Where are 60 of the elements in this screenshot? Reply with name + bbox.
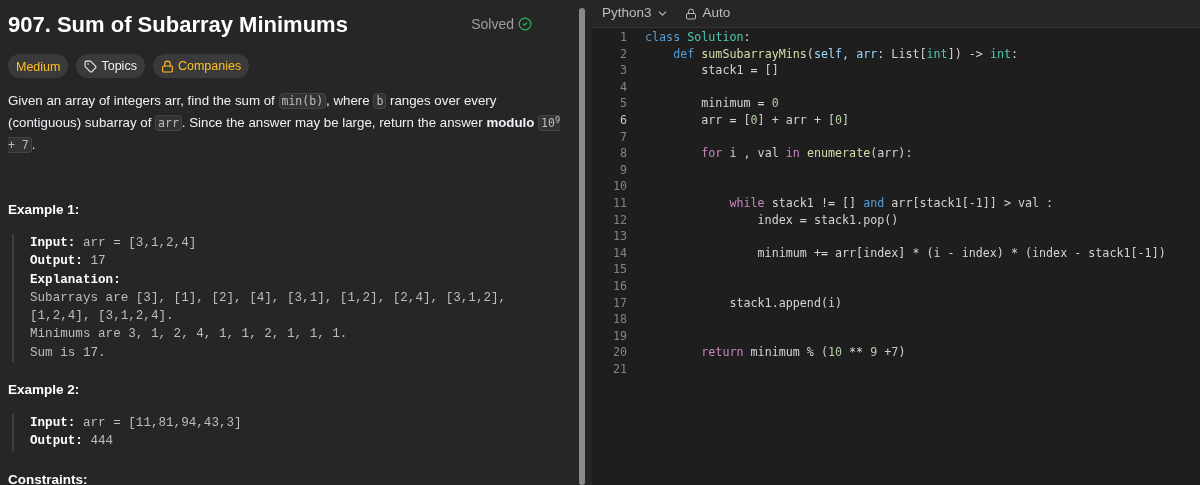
- example-value: arr = [3,1,2,4]: [81, 236, 197, 250]
- explanation-text: [1,2,4], [3,1,2,4].: [30, 308, 175, 326]
- line-number: 19: [611, 327, 627, 345]
- line-number: 15: [611, 261, 627, 278]
- explanation-text: Minimums are 3, 1, 2, 4, 1, 1, 2, 1, 1, 1.: [30, 326, 349, 344]
- language-dropdown[interactable]: Python3: [602, 3, 669, 24]
- line-number: 1: [618, 29, 627, 46]
- lock-icon: [684, 7, 697, 20]
- example-value: 444: [89, 434, 114, 449]
- code-line: stack1 = []: [700, 62, 779, 79]
- example-label: Output:: [30, 434, 83, 449]
- code-line: for i , val in enumerate(arr):: [700, 145, 913, 162]
- line-number: 7: [618, 128, 627, 146]
- line-number: 21: [611, 360, 627, 378]
- example-label: Explanation:: [30, 272, 121, 287]
- solved-status: Solved: [471, 14, 514, 34]
- topics-button[interactable]: Topics: [76, 54, 145, 78]
- code-line: stack1.append(i): [728, 294, 843, 312]
- line-number: 6: [618, 111, 627, 129]
- explanation-text: Sum is 17.: [30, 344, 107, 362]
- example-value: arr = [11,81,94,43,3]: [81, 416, 242, 431]
- code-line: return minimum % (10 ** 9 +7): [700, 344, 906, 361]
- line-number: 3: [618, 62, 627, 79]
- line-number: 18: [611, 311, 627, 328]
- code-line: minimum = 0: [700, 95, 779, 112]
- code-line: def sumSubarrayMins(self, arr: List[int]) -> int:: [672, 45, 1019, 63]
- problem-title: 907. Sum of Subarray Minimums: [8, 10, 348, 39]
- code-line: while stack1 != [] and arr[stack1[-1]] > val :: [728, 194, 1054, 212]
- line-number: 11: [611, 194, 627, 212]
- tag-icon: [84, 59, 98, 73]
- line-number: 17: [611, 294, 627, 312]
- lock-icon: [160, 59, 174, 73]
- explanation-text: Subarrays are [3], [1], [2], [4], [3,1], [1,2], [2,4], [3,1,2],: [30, 289, 508, 307]
- example-heading: Example 1:: [8, 202, 81, 218]
- example-label: Input:: [30, 236, 76, 250]
- line-number: 9: [618, 161, 627, 179]
- line-number: 10: [611, 178, 627, 195]
- code-line: arr = [0] + arr + [0]: [700, 111, 850, 129]
- companies-button[interactable]: Companies: [152, 54, 250, 78]
- scrollbar-thumb[interactable]: [579, 8, 585, 485]
- example-label: Output:: [30, 254, 83, 269]
- line-number: 5: [618, 95, 627, 112]
- example-label: Input:: [30, 416, 76, 431]
- line-number: 14: [611, 244, 627, 262]
- line-number: 12: [611, 211, 627, 229]
- example-heading: Example 2:: [8, 382, 81, 399]
- code-line: class Solution:: [645, 29, 751, 46]
- line-number: 20: [611, 344, 627, 361]
- code-line: index = stack1.pop(): [756, 211, 899, 229]
- problem-description: Given an array of integers arr, find the sum of min(b) , where b ranges over every (contiguous) subarray of arr . Since the answer may be large, return the answer modulo 10$^{9}$ + 7 .: [8, 92, 562, 155]
- constraints-heading: Constraints:: [8, 472, 89, 485]
- example-value: 17: [89, 254, 106, 269]
- line-number: 13: [611, 228, 627, 245]
- mode-label: Auto: [702, 4, 731, 23]
- line-number: 4: [618, 78, 627, 96]
- line-number: 2: [618, 45, 627, 63]
- difficulty-badge: Medium: [8, 54, 69, 78]
- line-number: 8: [618, 145, 627, 162]
- code-line: minimum += arr[index] * (i - index) * (index - stack1[-1]): [756, 244, 1166, 262]
- line-number: 16: [611, 277, 627, 295]
